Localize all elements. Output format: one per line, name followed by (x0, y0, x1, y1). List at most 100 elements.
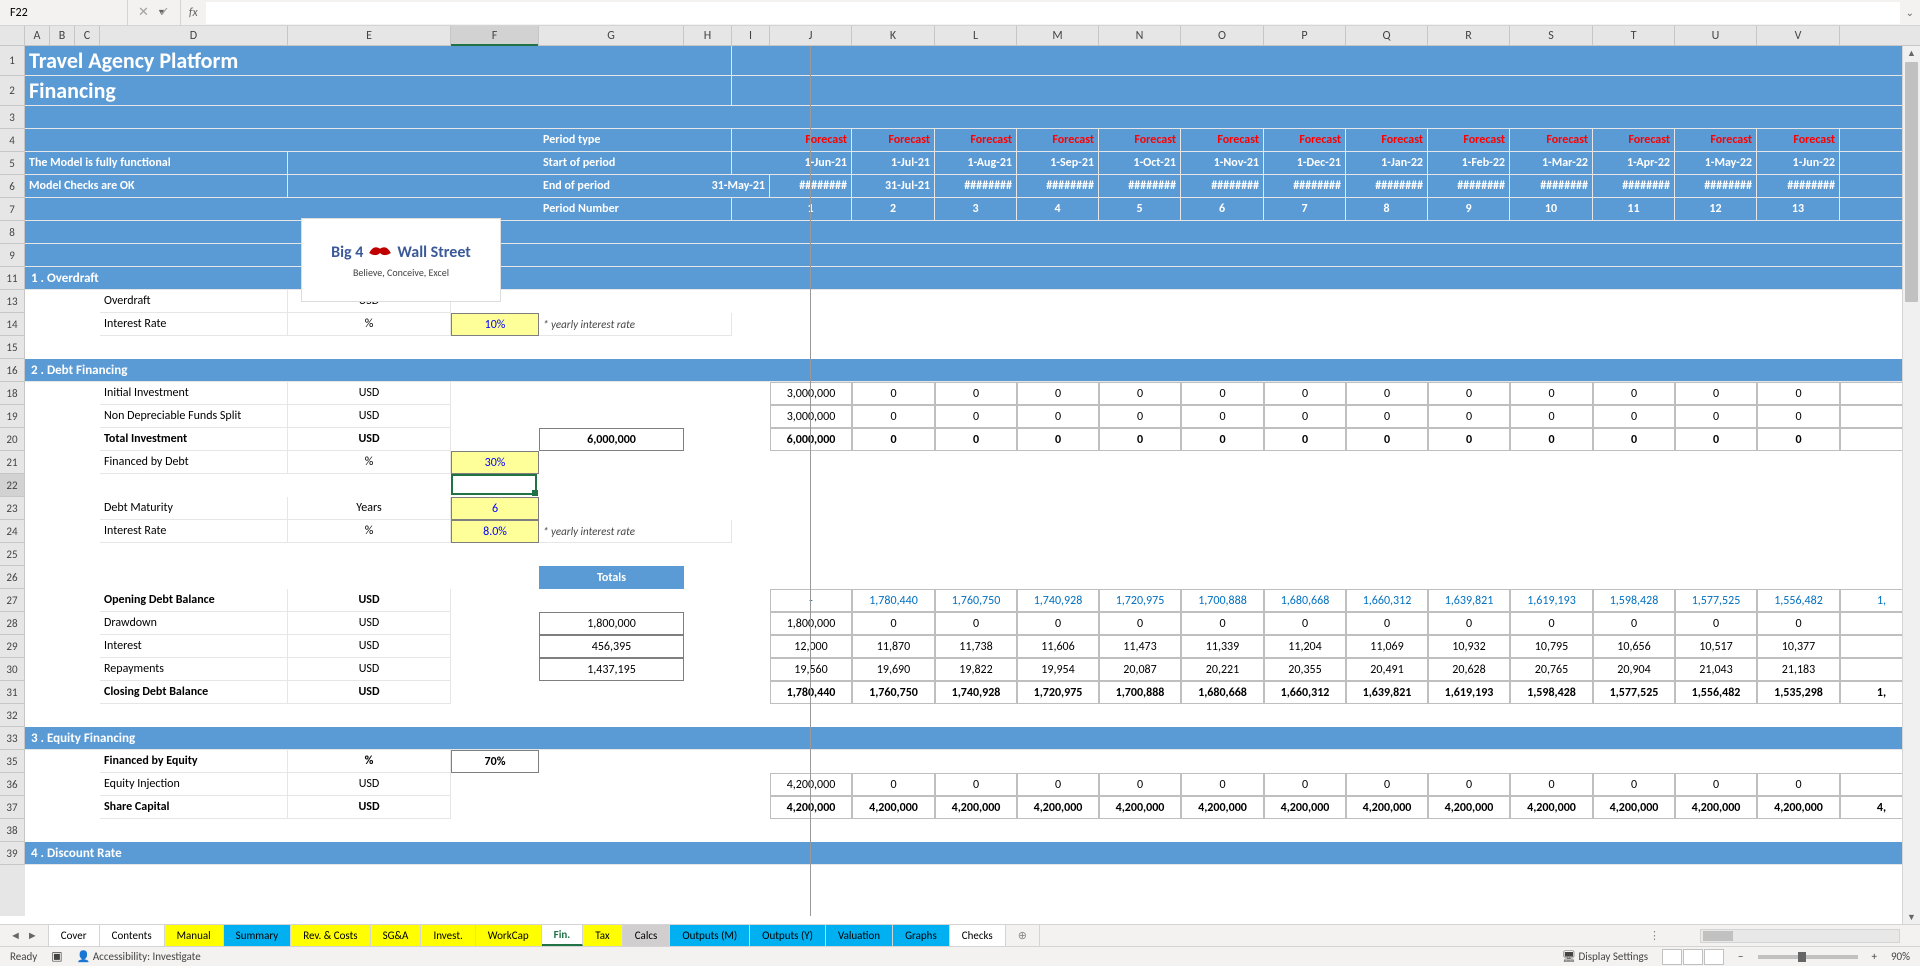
name-box[interactable]: ▼ (0, 0, 128, 25)
zoom-in-button[interactable]: + (1872, 950, 1877, 963)
col-header-A[interactable]: A (25, 26, 50, 45)
col-header-H[interactable]: H (684, 26, 732, 45)
row-header-33[interactable]: 33 (0, 727, 25, 750)
col-header-N[interactable]: N (1099, 26, 1181, 45)
row-header-24[interactable]: 24 (0, 520, 25, 543)
col-header-I[interactable]: I (732, 26, 770, 45)
zoom-slider[interactable] (1758, 955, 1858, 959)
cancel-formula-icon[interactable]: ✕ (138, 5, 149, 20)
row-header-23[interactable]: 23 (0, 497, 25, 520)
row-header-36[interactable]: 36 (0, 773, 25, 796)
sheet-tab-outputs-m-[interactable]: Outputs (M) (670, 925, 750, 946)
tab-nav-buttons[interactable]: ◄ ► (0, 925, 49, 946)
row-header-11[interactable]: 11 (0, 267, 25, 290)
financed-by-debt-input[interactable]: 30% (451, 451, 539, 474)
col-header-S[interactable]: S (1510, 26, 1593, 45)
col-header-V[interactable]: V (1757, 26, 1840, 45)
col-header-O[interactable]: O (1181, 26, 1264, 45)
row-header-16[interactable]: 16 (0, 359, 25, 382)
row-header-13[interactable]: 13 (0, 290, 25, 313)
row-header-35[interactable]: 35 (0, 750, 25, 773)
row-header-9[interactable]: 9 (0, 244, 25, 267)
col-header-P[interactable]: P (1264, 26, 1346, 45)
tab-nav-next-icon[interactable]: ► (27, 929, 38, 942)
new-sheet-button[interactable]: ⊕ (1006, 925, 1040, 946)
sheet-tab-summary[interactable]: Summary (224, 925, 292, 946)
select-all-corner[interactable] (0, 26, 25, 45)
row-header-1[interactable]: 1 (0, 46, 25, 76)
row-header-37[interactable]: 37 (0, 796, 25, 819)
sheet-tab-cover[interactable]: Cover (49, 925, 100, 946)
sheet-tab-workcap[interactable]: WorkCap (476, 925, 542, 946)
formula-input[interactable] (206, 2, 1900, 24)
sheet-tab-manual[interactable]: Manual (165, 925, 224, 946)
col-header-T[interactable]: T (1593, 26, 1675, 45)
overdraft-rate-input[interactable]: 10% (451, 313, 539, 336)
row-header-4[interactable]: 4 (0, 129, 25, 152)
row-header-2[interactable]: 2 (0, 76, 25, 106)
col-header-M[interactable]: M (1017, 26, 1099, 45)
row-header-26[interactable]: 26 (0, 566, 25, 589)
row-header-6[interactable]: 6 (0, 175, 25, 198)
row-header-32[interactable]: 32 (0, 704, 25, 727)
col-header-C[interactable]: C (75, 26, 100, 45)
row-header-15[interactable]: 15 (0, 336, 25, 359)
col-header-R[interactable]: R (1428, 26, 1510, 45)
row-header-8[interactable]: 8 (0, 221, 25, 244)
horizontal-scrollbar[interactable] (1700, 929, 1900, 943)
col-header-U[interactable]: U (1675, 26, 1757, 45)
accept-formula-icon[interactable]: ✓ (159, 5, 170, 20)
col-header-J[interactable]: J (770, 26, 852, 45)
row-header-25[interactable]: 25 (0, 543, 25, 566)
row-header-14[interactable]: 14 (0, 313, 25, 336)
view-normal-button[interactable] (1662, 949, 1682, 965)
sheet-tab-invest-[interactable]: Invest. (421, 925, 475, 946)
zoom-level[interactable]: 90% (1891, 950, 1910, 963)
row-header-31[interactable]: 31 (0, 681, 25, 704)
row-header-3[interactable]: 3 (0, 106, 25, 129)
col-header-Q[interactable]: Q (1346, 26, 1428, 45)
row-header-7[interactable]: 7 (0, 198, 25, 221)
row-header-28[interactable]: 28 (0, 612, 25, 635)
row-header-21[interactable]: 21 (0, 451, 25, 474)
tabs-splitter[interactable]: ⋮ (1649, 929, 1660, 942)
cells-area[interactable]: Travel Agency PlatformFinancingPeriod ty… (25, 46, 1920, 916)
col-header-D[interactable]: D (100, 26, 288, 45)
fx-label[interactable]: fx (181, 6, 206, 20)
sheet-tab-tax[interactable]: Tax (583, 925, 622, 946)
row-header-18[interactable]: 18 (0, 382, 25, 405)
row-header-39[interactable]: 39 (0, 842, 25, 865)
sheet-tab-contents[interactable]: Contents (100, 925, 165, 946)
col-header-K[interactable]: K (852, 26, 935, 45)
macro-record-icon[interactable]: ▣ (51, 949, 62, 964)
row-header-20[interactable]: 20 (0, 428, 25, 451)
sheet-tab-valuation[interactable]: Valuation (826, 925, 893, 946)
sheet-tab-calcs[interactable]: Calcs (623, 925, 671, 946)
row-header-19[interactable]: 19 (0, 405, 25, 428)
row-header-27[interactable]: 27 (0, 589, 25, 612)
vertical-scrollbar[interactable]: ▲ ▼ (1902, 46, 1920, 926)
zoom-slider-thumb[interactable] (1798, 952, 1806, 962)
zoom-out-button[interactable]: − (1738, 950, 1743, 963)
row-header-22[interactable]: 22 (0, 474, 25, 497)
col-header-L[interactable]: L (935, 26, 1017, 45)
row-header-29[interactable]: 29 (0, 635, 25, 658)
view-page-layout-button[interactable] (1683, 949, 1703, 965)
col-header-E[interactable]: E (288, 26, 451, 45)
display-settings-button[interactable]: 🖥 Display Settings (1562, 950, 1648, 963)
horizontal-scrollbar-thumb[interactable] (1703, 931, 1733, 941)
spreadsheet-grid[interactable]: 1234567891113141516181920212223242526272… (0, 46, 1920, 916)
debt-rate-input[interactable]: 8.0% (451, 520, 539, 543)
sheet-tab-graphs[interactable]: Graphs (893, 925, 950, 946)
tab-nav-prev-icon[interactable]: ◄ (10, 929, 21, 942)
expand-formula-bar-icon[interactable]: ⌄ (1900, 6, 1920, 19)
col-header-G[interactable]: G (539, 26, 684, 45)
sheet-tab-checks[interactable]: Checks (950, 925, 1006, 946)
sheet-tab-outputs-y-[interactable]: Outputs (Y) (750, 925, 826, 946)
vertical-scrollbar-thumb[interactable] (1905, 62, 1918, 302)
col-header-B[interactable]: B (50, 26, 75, 45)
sheet-tab-rev-costs[interactable]: Rev. & Costs (291, 925, 370, 946)
row-header-38[interactable]: 38 (0, 819, 25, 842)
scroll-up-icon[interactable]: ▲ (1903, 46, 1920, 62)
row-header-30[interactable]: 30 (0, 658, 25, 681)
